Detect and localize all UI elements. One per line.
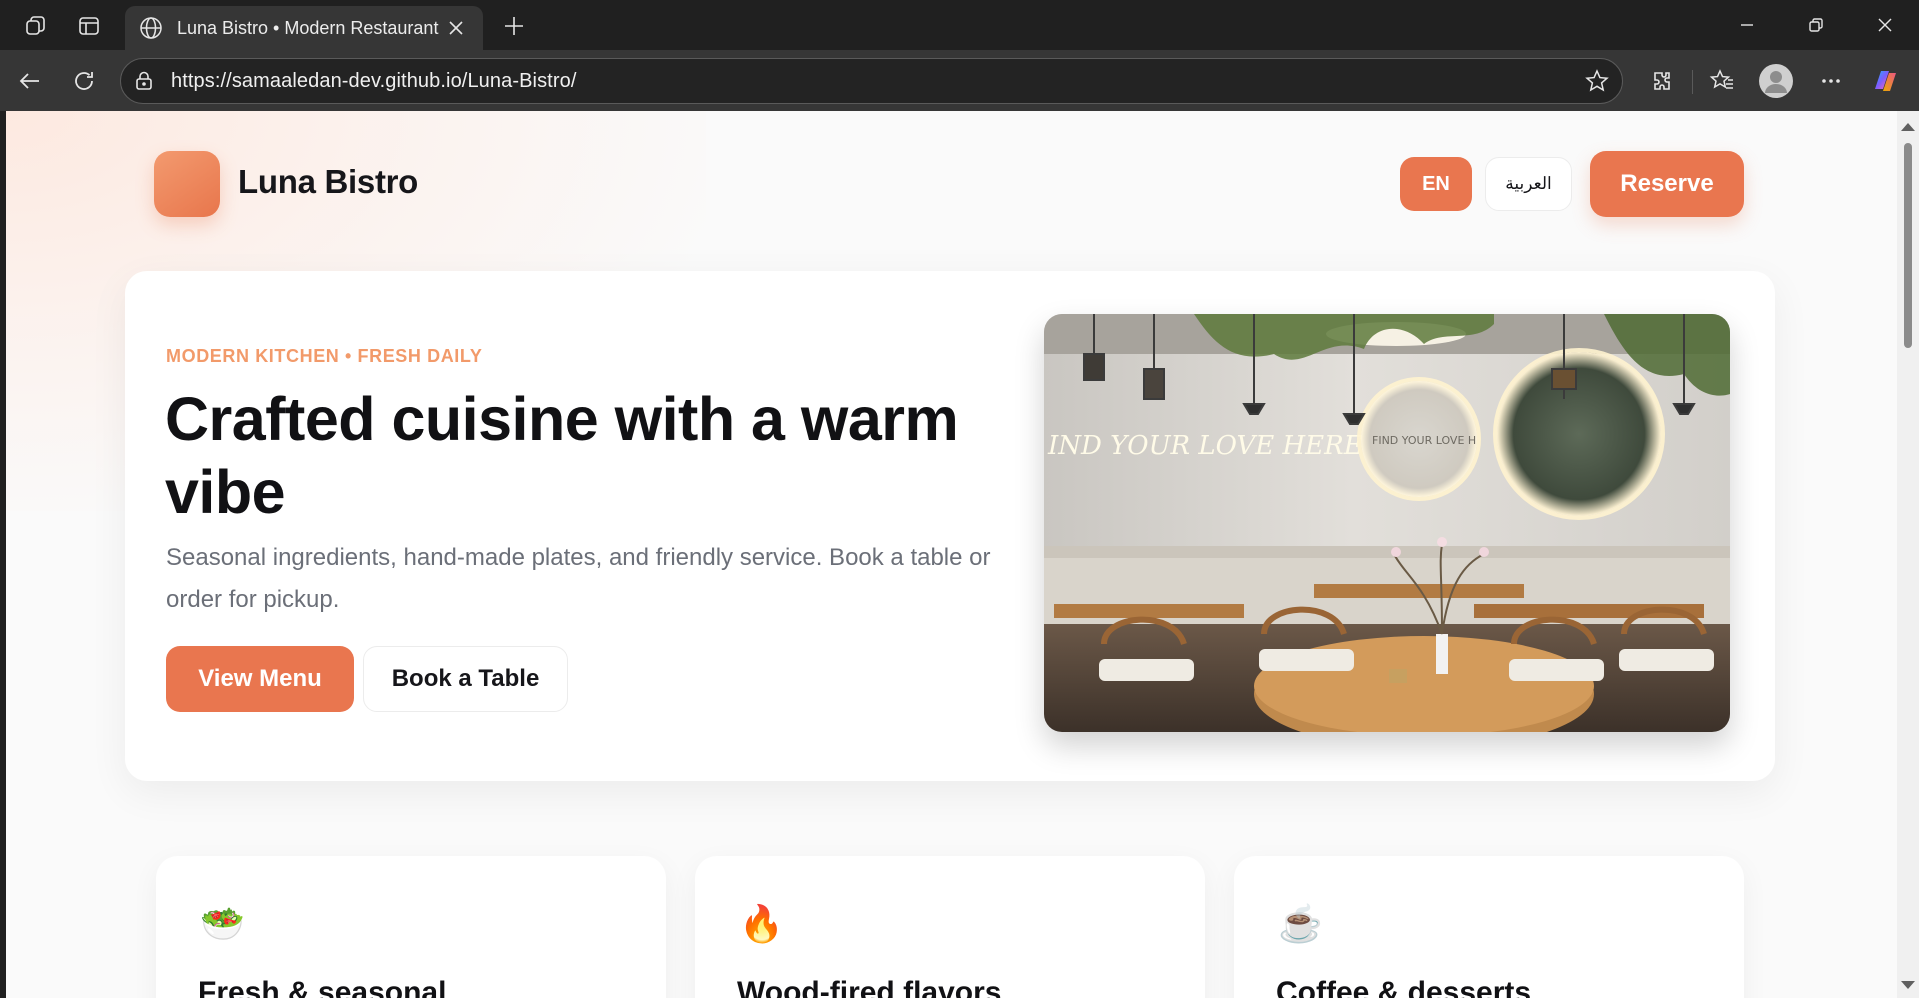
feature-card: ☕ Coffee & desserts <box>1234 856 1744 998</box>
feature-card: 🥗 Fresh & seasonal <box>156 856 666 998</box>
coffee-icon: ☕ <box>1278 903 1323 944</box>
back-arrow-icon[interactable] <box>11 62 49 100</box>
refresh-icon[interactable] <box>65 62 103 100</box>
language-ar-button[interactable]: العربية <box>1485 157 1572 211</box>
close-window-icon[interactable] <box>1863 8 1907 42</box>
hero-description: Seasonal ingredients, hand-made plates, … <box>166 544 991 613</box>
restore-icon[interactable] <box>1794 8 1838 42</box>
tab-title: Luna Bistro • Modern Restaurant <box>177 17 439 38</box>
close-tab-icon[interactable] <box>443 15 469 41</box>
restaurant-interior-image: IND YOUR LOVE HERE FIND YOUR LOVE H <box>1044 314 1730 732</box>
logo-icon[interactable] <box>154 151 220 217</box>
favorite-star-icon[interactable] <box>1584 68 1612 96</box>
language-en-button[interactable]: EN <box>1400 157 1472 211</box>
vertical-tabs-icon[interactable] <box>74 11 104 41</box>
workspaces-icon[interactable] <box>21 11 51 41</box>
hero-eyebrow: MODERN KITCHEN • FRESH DAILY <box>166 346 483 366</box>
browser-toolbar: https://samaaledan-dev.github.io/Luna-Bi… <box>0 50 1919 111</box>
lock-icon[interactable] <box>133 70 157 94</box>
copilot-icon[interactable] <box>1866 62 1904 100</box>
more-options-icon[interactable] <box>1812 62 1850 100</box>
hero-headline: Crafted cuisine with a warm vibe <box>165 385 959 526</box>
url-text[interactable]: https://samaaledan-dev.github.io/Luna-Bi… <box>171 70 576 93</box>
feature-title: Fresh & seasonal <box>198 976 447 998</box>
toolbar-divider <box>1692 70 1693 94</box>
profile-avatar[interactable] <box>1757 62 1795 100</box>
feature-card: 🔥 Wood-fired flavors <box>695 856 1205 998</box>
brand-name[interactable]: Luna Bistro <box>238 163 418 201</box>
scrollbar-thumb[interactable] <box>1904 143 1912 348</box>
scroll-down-arrow-icon[interactable] <box>1901 981 1915 989</box>
book-table-button[interactable]: Book a Table <box>363 646 568 712</box>
fire-icon: 🔥 <box>739 903 784 944</box>
salad-icon: 🥗 <box>200 903 245 944</box>
feature-title: Coffee & desserts <box>1276 976 1532 998</box>
extensions-icon[interactable] <box>1643 62 1681 100</box>
page-scrollbar[interactable] <box>1897 111 1919 998</box>
hero-card: MODERN KITCHEN • FRESH DAILY Crafted cui… <box>125 271 1775 781</box>
new-tab-icon[interactable] <box>497 9 531 43</box>
scroll-up-arrow-icon[interactable] <box>1901 123 1915 131</box>
favorites-icon[interactable] <box>1703 62 1741 100</box>
neon-sign-text: IND YOUR LOVE HERE <box>1047 431 1363 461</box>
active-tab[interactable]: Luna Bistro • Modern Restaurant <box>125 6 483 50</box>
page-viewport: Luna Bistro EN العربية Reserve MODERN KI… <box>6 111 1897 998</box>
reserve-button[interactable]: Reserve <box>1590 151 1744 217</box>
feature-title: Wood-fired flavors <box>737 976 1002 998</box>
browser-tab-bar: Luna Bistro • Modern Restaurant <box>0 0 1919 50</box>
globe-icon <box>139 15 165 41</box>
address-bar[interactable]: https://samaaledan-dev.github.io/Luna-Bi… <box>120 58 1623 104</box>
view-menu-button[interactable]: View Menu <box>166 646 354 712</box>
mirror-reflection-text: FIND YOUR LOVE H <box>1372 434 1476 447</box>
site-header: Luna Bistro EN العربية Reserve <box>6 111 1897 271</box>
minimize-icon[interactable] <box>1725 8 1769 42</box>
